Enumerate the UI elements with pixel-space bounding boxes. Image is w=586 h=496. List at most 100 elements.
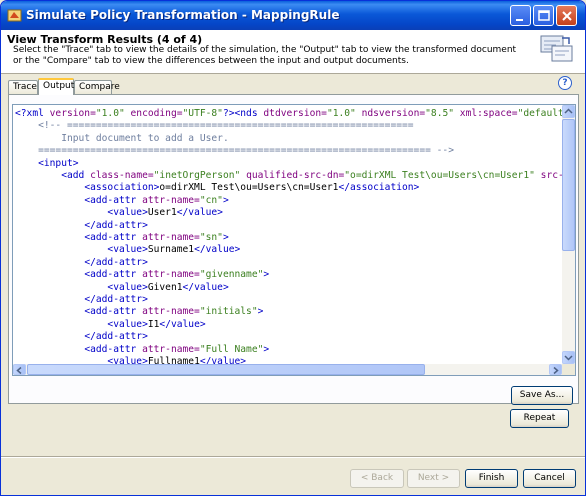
code-token: <input> <box>38 157 79 169</box>
code-line: Input document to add a User. <box>15 133 229 145</box>
window-title: Simulate Policy Transformation - Mapping… <box>26 8 340 22</box>
scroll-right-button[interactable] <box>549 364 562 375</box>
output-panel: <?xml version="1.0" encoding="UTF-8"?><n… <box>8 94 579 405</box>
maximize-button[interactable] <box>533 5 554 26</box>
cancel-button[interactable]: Cancel <box>523 469 576 488</box>
code-token: </add-attr> <box>84 294 148 305</box>
code-token: I1 <box>147 318 160 330</box>
scroll-down-button[interactable] <box>562 351 575 364</box>
code-token: > <box>222 232 229 243</box>
xml-output-viewer[interactable]: <?xml version="1.0" encoding="UTF-8"?><n… <box>12 104 576 376</box>
arrow-left-icon <box>16 366 22 375</box>
finish-button[interactable]: Finish <box>465 469 518 488</box>
code-token: Fullname1 <box>147 356 200 364</box>
code-token: <?xml <box>15 108 50 119</box>
code-token: </value> <box>194 244 241 256</box>
code-line: <input> <box>15 157 79 170</box>
save-as-button[interactable]: Save As... <box>511 386 573 405</box>
code-line: </add-attr> <box>15 331 148 343</box>
transform-wizard-icon <box>540 35 573 62</box>
vertical-scroll-thumb[interactable] <box>562 119 575 251</box>
code-token: <add-attr <box>84 306 143 318</box>
code-token: version= <box>49 108 96 119</box>
code-line: <value>Surname1</value> <box>15 244 240 256</box>
code-token: attr-name= <box>142 194 200 206</box>
code-token: </association> <box>338 182 420 194</box>
code-token: "givenname" <box>199 269 264 281</box>
code-token: "o=dirXML Test\ou=Users\cn=User1" <box>344 170 541 181</box>
code-token: ndsversion= <box>361 108 426 119</box>
code-token: </value> <box>176 207 223 219</box>
code-token: > <box>222 194 229 206</box>
code-line: <value>I1</value> <box>15 318 205 331</box>
code-token: > <box>263 343 270 355</box>
code-token: </value> <box>182 281 229 293</box>
code-line: <value>User1</value> <box>15 207 223 219</box>
app-icon <box>7 9 22 22</box>
code-token: Surname1 <box>147 244 195 256</box>
tab-output[interactable]: Output <box>38 78 74 95</box>
code-token: <value> <box>107 281 148 293</box>
code-line: <add-attr attr-name="initials"> <box>15 306 263 318</box>
code-token: attr-name= <box>142 232 200 243</box>
wizard-header: View Transform Results (4 of 4) Select t… <box>1 30 585 74</box>
page-description: Select the "Trace" tab to view the detai… <box>13 45 517 66</box>
code-token: "inetOrgPerson" <box>153 170 247 181</box>
code-token: attr-name= <box>142 343 200 355</box>
minimize-button[interactable] <box>510 5 531 26</box>
code-line: </add-attr> <box>15 257 148 269</box>
help-icon[interactable]: ? <box>558 76 572 90</box>
back-button[interactable]: < Back <box>350 469 404 488</box>
code-line: <add-attr attr-name="givenname"> <box>15 269 269 281</box>
code-token: "1.0" <box>326 108 362 119</box>
code-line: <add-attr attr-name="cn"> <box>15 194 229 207</box>
code-token: <value> <box>107 207 148 219</box>
code-token: <value> <box>107 318 148 330</box>
code-token: <value> <box>107 356 148 364</box>
close-icon <box>562 11 572 21</box>
code-line: </add-attr> <box>15 220 148 232</box>
minimize-icon <box>516 19 523 21</box>
code-token: ========================================… <box>38 145 454 157</box>
arrow-down-icon <box>564 355 573 361</box>
code-token: "default <box>517 108 562 119</box>
code-token: "sn" <box>199 232 223 243</box>
code-line: <value>Fullname1</value> <box>15 356 246 364</box>
tab-trace[interactable]: Trace <box>8 80 38 94</box>
code-token: <!-- ===================================… <box>38 120 414 132</box>
code-token: User1 <box>147 207 177 219</box>
code-line: <value>Given1</value> <box>15 281 229 294</box>
code-token: <add <box>61 170 91 181</box>
arrow-right-icon <box>553 366 559 375</box>
close-button[interactable] <box>556 5 577 26</box>
scroll-left-button[interactable] <box>13 364 26 375</box>
code-line: ========================================… <box>15 145 454 157</box>
code-token: </add-attr> <box>84 256 148 268</box>
code-token: "1.0" <box>95 108 131 119</box>
code-line: <add-attr attr-name="sn"> <box>15 232 229 244</box>
code-token: "Full Name" <box>199 343 264 355</box>
code-token: <value> <box>107 244 148 256</box>
scrollbar-corner <box>562 364 575 375</box>
tab-compare[interactable]: Compare <box>74 80 120 94</box>
repeat-button[interactable]: Repeat <box>510 409 569 428</box>
code-token: <add-attr <box>84 232 143 243</box>
scroll-up-button[interactable] <box>562 105 575 118</box>
code-token: <add-attr <box>84 269 143 281</box>
code-token: > <box>263 269 270 281</box>
title-bar[interactable]: Simulate Policy Transformation - Mapping… <box>1 1 585 30</box>
code-token: </add-attr> <box>84 331 148 343</box>
horizontal-scrollbar[interactable] <box>13 364 562 375</box>
code-token: Given1 <box>147 281 183 293</box>
code-token: <add-attr <box>84 343 143 355</box>
code-line: <add class-name="inetOrgPerson" qualifie… <box>15 170 562 182</box>
code-line: <add-attr attr-name="Full Name"> <box>15 344 269 356</box>
code-token: encoding= <box>130 108 183 119</box>
code-line: <association>o=dirXML Test\ou=Users\cn=U… <box>15 182 419 194</box>
code-line: <!-- ===================================… <box>15 120 414 132</box>
vertical-scrollbar[interactable] <box>562 105 575 364</box>
next-button[interactable]: Next > <box>407 469 460 488</box>
code-token: ?><nds <box>222 108 264 119</box>
code-token: "8.5" <box>425 108 460 119</box>
horizontal-scroll-thumb[interactable] <box>27 364 425 375</box>
